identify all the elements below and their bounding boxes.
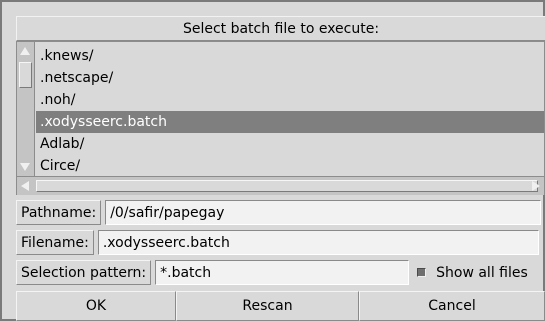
cancel-button[interactable]: Cancel — [359, 291, 545, 321]
pathname-field[interactable]: /0/safir/papegay — [105, 200, 542, 225]
scroll-right-icon[interactable] — [532, 181, 540, 191]
file-name: .knews/ — [40, 48, 94, 64]
scroll-down-icon[interactable] — [20, 163, 30, 171]
filename-value: .xodysseerc.batch — [102, 234, 230, 251]
file-list-item[interactable]: .netscape/ — [36, 67, 544, 89]
show-all-files-label: Show all files — [436, 264, 528, 281]
file-list-item[interactable]: Circe/ — [36, 155, 544, 173]
filename-label: Filename: — [16, 230, 94, 255]
file-list-item-selected[interactable]: .xodysseerc.batch — [36, 111, 544, 133]
file-list-item[interactable]: .noh/ — [36, 89, 544, 111]
file-name: .noh/ — [40, 92, 76, 108]
selection-pattern-field[interactable]: *.batch — [155, 260, 410, 285]
scroll-left-icon[interactable] — [21, 181, 29, 191]
ok-button[interactable]: OK — [16, 291, 176, 321]
show-all-files-toggle[interactable]: Show all files — [417, 265, 528, 281]
horizontal-scrollbar[interactable] — [17, 176, 544, 195]
button-row: OK Rescan Cancel — [16, 291, 545, 321]
scroll-up-icon[interactable] — [20, 47, 30, 55]
file-name: Circe/ — [40, 158, 81, 173]
selection-pattern-label: Selection pattern: — [16, 260, 152, 285]
selection-pattern-value: *.batch — [160, 264, 212, 281]
file-list-item[interactable]: Adlab/ — [36, 133, 544, 155]
pathname-label: Pathname: — [16, 200, 102, 225]
pathname-row: Pathname: /0/safir/papegay — [16, 198, 545, 227]
selection-pattern-row: Selection pattern: *.batch Show all file… — [16, 258, 545, 287]
show-all-files-checkbox[interactable] — [417, 268, 427, 277]
vertical-scroll-thumb[interactable] — [19, 62, 32, 88]
dialog-title-text: Select batch file to execute: — [182, 20, 380, 37]
file-list: .knews/ .netscape/ .noh/ .xodysseerc.bat… — [36, 45, 544, 173]
file-name: .xodysseerc.batch — [40, 114, 167, 130]
horizontal-scroll-thumb[interactable] — [36, 180, 538, 192]
rescan-button[interactable]: Rescan — [176, 291, 359, 321]
file-list-panel: .knews/ .netscape/ .noh/ .xodysseerc.bat… — [16, 41, 545, 195]
filename-field[interactable]: .xodysseerc.batch — [97, 230, 539, 255]
file-name: .netscape/ — [40, 70, 114, 86]
pathname-value: /0/safir/papegay — [110, 204, 225, 221]
file-list-item[interactable]: .knews/ — [36, 45, 544, 67]
vertical-scrollbar[interactable] — [17, 42, 35, 176]
file-name: Adlab/ — [40, 136, 85, 152]
filename-row: Filename: .xodysseerc.batch — [16, 228, 545, 257]
dialog-title: Select batch file to execute: — [16, 16, 545, 41]
